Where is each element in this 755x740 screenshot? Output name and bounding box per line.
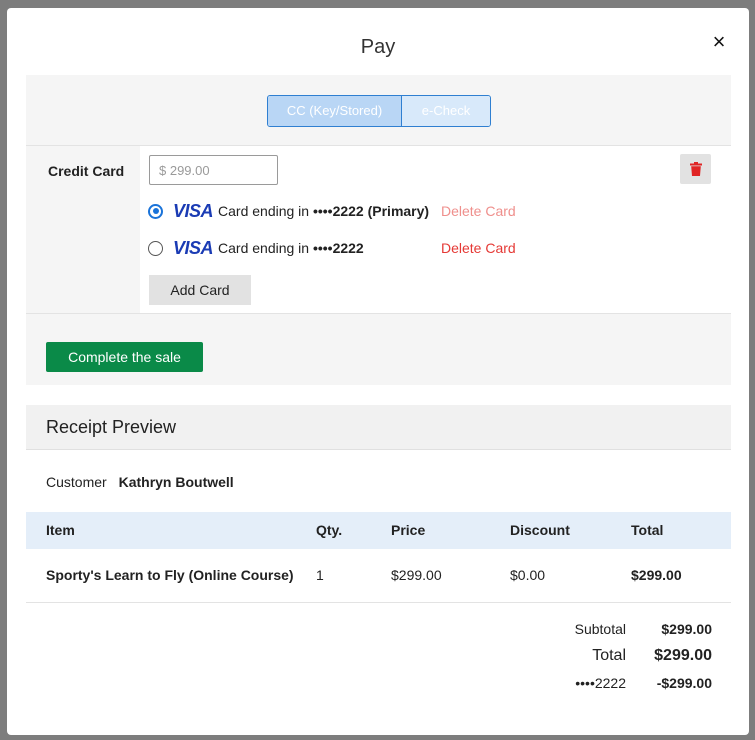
amount-input[interactable] [149, 155, 278, 185]
column-header-qty: Qty. [316, 522, 343, 538]
visa-logo-icon: VISA [173, 200, 214, 221]
card-description: Card ending in ••••2222 (Primary) [218, 203, 430, 219]
row-total: $299.00 [631, 567, 682, 583]
delete-card-link-primary[interactable]: Delete Card [441, 203, 516, 219]
payment-method-toggle: CC (Key/Stored) e-Check [267, 95, 491, 127]
row-item: Sporty's Learn to Fly (Online Course) [46, 567, 294, 583]
card-radio-secondary[interactable] [148, 240, 163, 256]
total-value: $299.00 [654, 647, 712, 664]
subtotal-line: Subtotal $299.00 [412, 621, 712, 647]
total-line: Total $299.00 [412, 647, 712, 675]
close-icon: × [712, 29, 726, 54]
customer-name: Kathryn Boutwell [118, 474, 234, 490]
receipt-totals: Subtotal $299.00 Total $299.00 ••••2222 … [412, 621, 712, 701]
delete-card-link-secondary[interactable]: Delete Card [441, 240, 516, 256]
payment-line: ••••2222 -$299.00 [412, 675, 712, 701]
payment-card-label: ••••2222 [575, 675, 626, 691]
column-header-item: Item [46, 522, 75, 538]
column-header-total: Total [631, 522, 664, 538]
tab-e-check[interactable]: e-Check [402, 96, 490, 126]
trash-icon [689, 162, 702, 176]
close-button[interactable]: × [707, 30, 731, 54]
tab-cc-key-stored[interactable]: CC (Key/Stored) [268, 96, 402, 126]
row-discount: $0.00 [510, 567, 546, 583]
column-header-discount: Discount [510, 522, 570, 538]
subtotal-label: Subtotal [574, 621, 626, 637]
credit-card-label: Credit Card [48, 163, 125, 179]
table-row: Sporty's Learn to Fly (Online Course) 1 … [26, 549, 731, 603]
credit-card-label-cell: Credit Card [26, 146, 140, 313]
add-card-button[interactable]: Add Card [149, 275, 251, 305]
card-description: Card ending in ••••2222 [218, 240, 364, 256]
visa-logo-icon: VISA [173, 237, 214, 258]
payment-value: -$299.00 [656, 675, 712, 691]
subtotal-value: $299.00 [661, 621, 712, 637]
row-qty: 1 [316, 567, 324, 583]
receipt-title: Receipt Preview [26, 405, 731, 450]
receipt-table-header: Item Qty. Price Discount Total [26, 512, 731, 549]
payment-panel: CC (Key/Stored) e-Check Credit Card VISA… [26, 75, 731, 385]
credit-card-row: Credit Card VISA Card ending in ••••2222… [26, 145, 731, 314]
delete-payment-button[interactable] [680, 154, 711, 184]
customer-line: Customer Kathryn Boutwell [46, 474, 234, 490]
modal-title: Pay [360, 36, 396, 58]
row-price: $299.00 [391, 567, 442, 583]
customer-label: Customer [46, 474, 107, 490]
card-radio-primary[interactable] [148, 203, 163, 219]
receipt-preview: Receipt Preview Customer Kathryn Boutwel… [26, 405, 731, 691]
total-label: Total [592, 647, 626, 664]
pay-modal: Pay × CC (Key/Stored) e-Check Credit Car… [7, 8, 749, 735]
column-header-price: Price [391, 522, 426, 538]
stored-card-primary[interactable]: VISA Card ending in ••••2222 (Primary) [148, 201, 429, 221]
complete-sale-button[interactable]: Complete the sale [46, 342, 203, 372]
stored-card-secondary[interactable]: VISA Card ending in ••••2222 [148, 238, 364, 258]
